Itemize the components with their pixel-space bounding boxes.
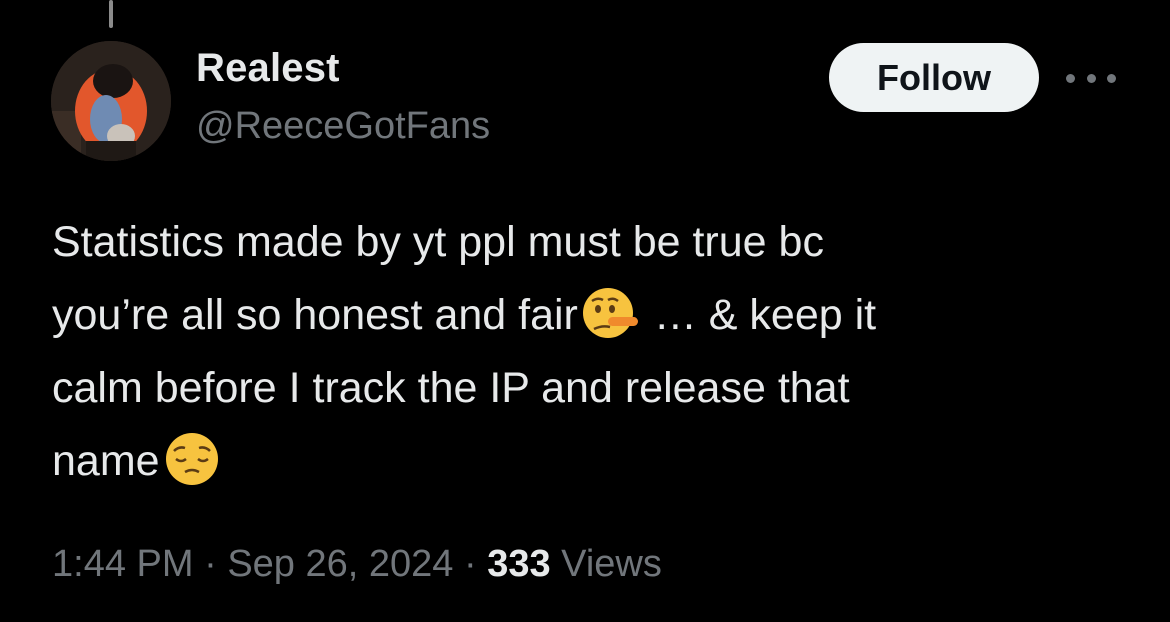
tweet-line: calm before I track the IP and release t… bbox=[52, 352, 1132, 425]
tweet-line: name bbox=[52, 425, 1132, 498]
tweet-line: you’re all so honest and fair … & keep i… bbox=[52, 279, 1132, 352]
user-handle[interactable]: @ReeceGotFans bbox=[196, 105, 490, 148]
tweet-time[interactable]: 1:44 PM bbox=[52, 543, 194, 585]
more-options-icon[interactable] bbox=[1066, 62, 1116, 94]
thread-connector-line bbox=[109, 0, 113, 28]
tweet-line: Statistics made by yt ppl must be true b… bbox=[52, 206, 1132, 279]
tweet-text-segment: name bbox=[52, 437, 160, 485]
follow-button[interactable]: Follow bbox=[829, 43, 1039, 112]
tweet-text: Statistics made by yt ppl must be true b… bbox=[52, 206, 1132, 498]
tweet-meta: 1:44 PM · Sep 26, 2024 · 333 Views bbox=[52, 543, 662, 586]
views-count: 333 bbox=[487, 543, 551, 585]
avatar[interactable] bbox=[51, 41, 171, 161]
separator: · bbox=[463, 543, 477, 585]
tweet-text-segment: calm before I track the IP and release t… bbox=[52, 364, 850, 412]
views-label: Views bbox=[561, 543, 662, 585]
tweet-text-segment: you’re all so honest and fair bbox=[52, 291, 578, 339]
dot-icon bbox=[1107, 73, 1116, 83]
dot-icon bbox=[1066, 73, 1075, 83]
pensive-face-icon bbox=[165, 433, 218, 485]
separator: · bbox=[204, 543, 217, 585]
tweet-text-segment: Statistics made by yt ppl must be true b… bbox=[52, 218, 824, 266]
lying-face-icon bbox=[582, 288, 638, 338]
dot-icon bbox=[1086, 73, 1096, 83]
display-name[interactable]: Realest bbox=[196, 46, 340, 91]
tweet-date[interactable]: Sep 26, 2024 bbox=[227, 543, 453, 585]
avatar-image bbox=[51, 41, 171, 161]
tweet-text-segment: … & keep it bbox=[653, 291, 877, 339]
